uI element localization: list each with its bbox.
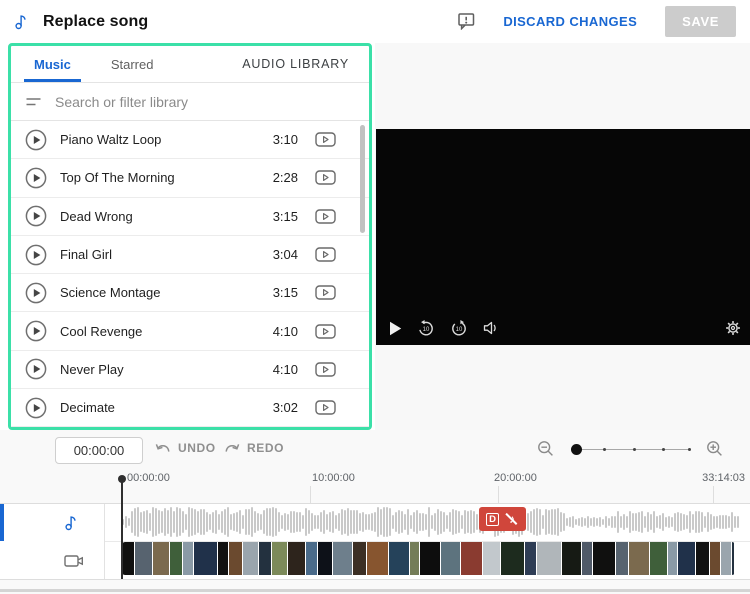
ruler-gridline xyxy=(310,486,311,503)
ruler-gridline xyxy=(498,486,499,503)
video-camera-icon xyxy=(64,554,84,568)
settings-gear-icon[interactable] xyxy=(725,320,741,336)
ruler-label: 10:00:00 xyxy=(312,472,355,484)
song-row[interactable]: Never Play 4:10 xyxy=(11,351,369,390)
song-duration: 3:04 xyxy=(272,247,298,263)
feedback-button[interactable] xyxy=(458,13,475,30)
ruler-label: 20:00:00 xyxy=(494,472,537,484)
page-title: Replace song xyxy=(43,12,149,30)
audio-waveform[interactable] xyxy=(122,504,742,540)
video-preview-icon[interactable] xyxy=(315,132,336,147)
undo-label: UNDO xyxy=(178,441,216,455)
video-preview-icon[interactable] xyxy=(315,400,336,415)
undo-icon xyxy=(155,442,171,455)
video-preview-icon[interactable] xyxy=(315,247,336,262)
song-title: Dead Wrong xyxy=(60,208,133,224)
player-controls: 10 10 xyxy=(389,319,499,337)
song-row[interactable]: Final Girl 3:04 xyxy=(11,236,369,275)
song-duration: 2:28 xyxy=(272,170,298,186)
svg-text:10: 10 xyxy=(423,327,430,333)
video-preview-icon[interactable] xyxy=(315,209,336,224)
audio-track-header[interactable] xyxy=(0,504,105,541)
zoom-in-icon[interactable] xyxy=(706,440,724,463)
playhead-line[interactable] xyxy=(121,478,123,579)
header: Replace song DISCARD CHANGES SAVE xyxy=(0,0,750,43)
volume-icon[interactable] xyxy=(483,321,499,335)
redo-label: REDO xyxy=(247,441,285,455)
song-row[interactable]: Decimate 3:02 xyxy=(11,389,369,427)
redo-icon xyxy=(224,442,240,455)
song-duration: 4:10 xyxy=(272,323,298,339)
search-bar xyxy=(11,83,369,121)
save-button[interactable]: SAVE xyxy=(665,6,736,37)
library-tabs: Music Starred AUDIO LIBRARY xyxy=(11,46,369,83)
forward-10-icon[interactable]: 10 xyxy=(450,319,468,337)
zoom-slider-track[interactable] xyxy=(574,448,691,451)
ruler-label: 33:14:03 xyxy=(702,472,745,484)
tab-audio-library[interactable]: AUDIO LIBRARY xyxy=(232,46,369,82)
deleted-song-marker[interactable]: D ♪ xyxy=(479,507,526,531)
song-row[interactable]: Dead Wrong 3:15 xyxy=(11,198,369,236)
song-duration: 3:02 xyxy=(272,400,298,416)
song-row[interactable]: Piano Waltz Loop 3:10 xyxy=(11,121,369,160)
selected-track-indicator xyxy=(0,504,4,541)
undo-button[interactable]: UNDO xyxy=(155,441,216,455)
feedback-icon xyxy=(458,13,475,30)
zoom-out-icon[interactable] xyxy=(537,440,555,463)
bottom-scrollbar[interactable] xyxy=(0,589,750,592)
song-title: Never Play xyxy=(60,361,124,377)
song-duration: 3:15 xyxy=(272,285,298,301)
song-row[interactable]: Top Of The Morning 2:28 xyxy=(11,159,369,198)
song-list: Piano Waltz Loop 3:10 Top Of The Morning… xyxy=(11,121,369,427)
audio-library-panel: Music Starred AUDIO LIBRARY Piano Waltz … xyxy=(8,43,372,430)
ruler-label: 00:00:00 xyxy=(127,472,170,484)
track-headers xyxy=(0,504,105,579)
discard-changes-button[interactable]: DISCARD CHANGES xyxy=(503,14,637,29)
song-title: Final Girl xyxy=(60,247,113,263)
svg-text:10: 10 xyxy=(456,327,463,333)
list-scrollbar[interactable] xyxy=(360,125,365,233)
song-duration: 3:15 xyxy=(272,208,298,224)
marker-key-label: D xyxy=(486,512,499,526)
current-time-display[interactable]: 00:00:00 xyxy=(55,437,143,464)
music-note-icon xyxy=(14,13,29,30)
play-preview-button[interactable] xyxy=(25,397,47,419)
play-preview-button[interactable] xyxy=(25,205,47,227)
play-icon[interactable] xyxy=(389,321,402,336)
filter-icon xyxy=(26,97,41,107)
play-preview-button[interactable] xyxy=(25,129,47,151)
video-track-header[interactable] xyxy=(0,542,105,579)
video-preview-icon[interactable] xyxy=(315,362,336,377)
tab-music[interactable]: Music xyxy=(24,46,81,82)
search-input[interactable] xyxy=(55,93,369,110)
rewind-10-icon[interactable]: 10 xyxy=(417,319,435,337)
song-duration: 4:10 xyxy=(272,361,298,377)
song-title: Top Of The Morning xyxy=(60,170,175,186)
zoom-slider-handle[interactable] xyxy=(571,444,582,455)
video-preview-icon[interactable] xyxy=(315,285,336,301)
ruler-gridline xyxy=(713,486,714,503)
video-preview-icon[interactable] xyxy=(315,323,336,339)
play-preview-button[interactable] xyxy=(25,358,47,380)
video-thumbnails[interactable] xyxy=(122,542,735,575)
redo-button[interactable]: REDO xyxy=(224,441,284,455)
replace-song-editor: Replace song DISCARD CHANGES SAVE Music … xyxy=(0,0,750,594)
song-title: Cool Revenge xyxy=(60,323,143,339)
song-duration: 3:10 xyxy=(272,132,298,148)
play-preview-button[interactable] xyxy=(25,244,47,266)
song-title: Piano Waltz Loop xyxy=(60,132,162,148)
video-preview-icon[interactable] xyxy=(315,170,336,186)
play-preview-button[interactable] xyxy=(25,320,47,342)
video-player[interactable]: 10 10 xyxy=(376,129,750,345)
tab-starred[interactable]: Starred xyxy=(101,46,164,82)
play-preview-button[interactable] xyxy=(25,282,47,304)
song-row[interactable]: Cool Revenge 4:10 xyxy=(11,312,369,351)
music-note-icon xyxy=(64,514,79,531)
play-preview-button[interactable] xyxy=(25,167,47,189)
song-title: Decimate xyxy=(60,400,115,416)
song-row[interactable]: Science Montage 3:15 xyxy=(11,274,369,313)
song-title: Science Montage xyxy=(60,285,161,301)
music-note-off-icon: ♪ xyxy=(505,513,519,525)
